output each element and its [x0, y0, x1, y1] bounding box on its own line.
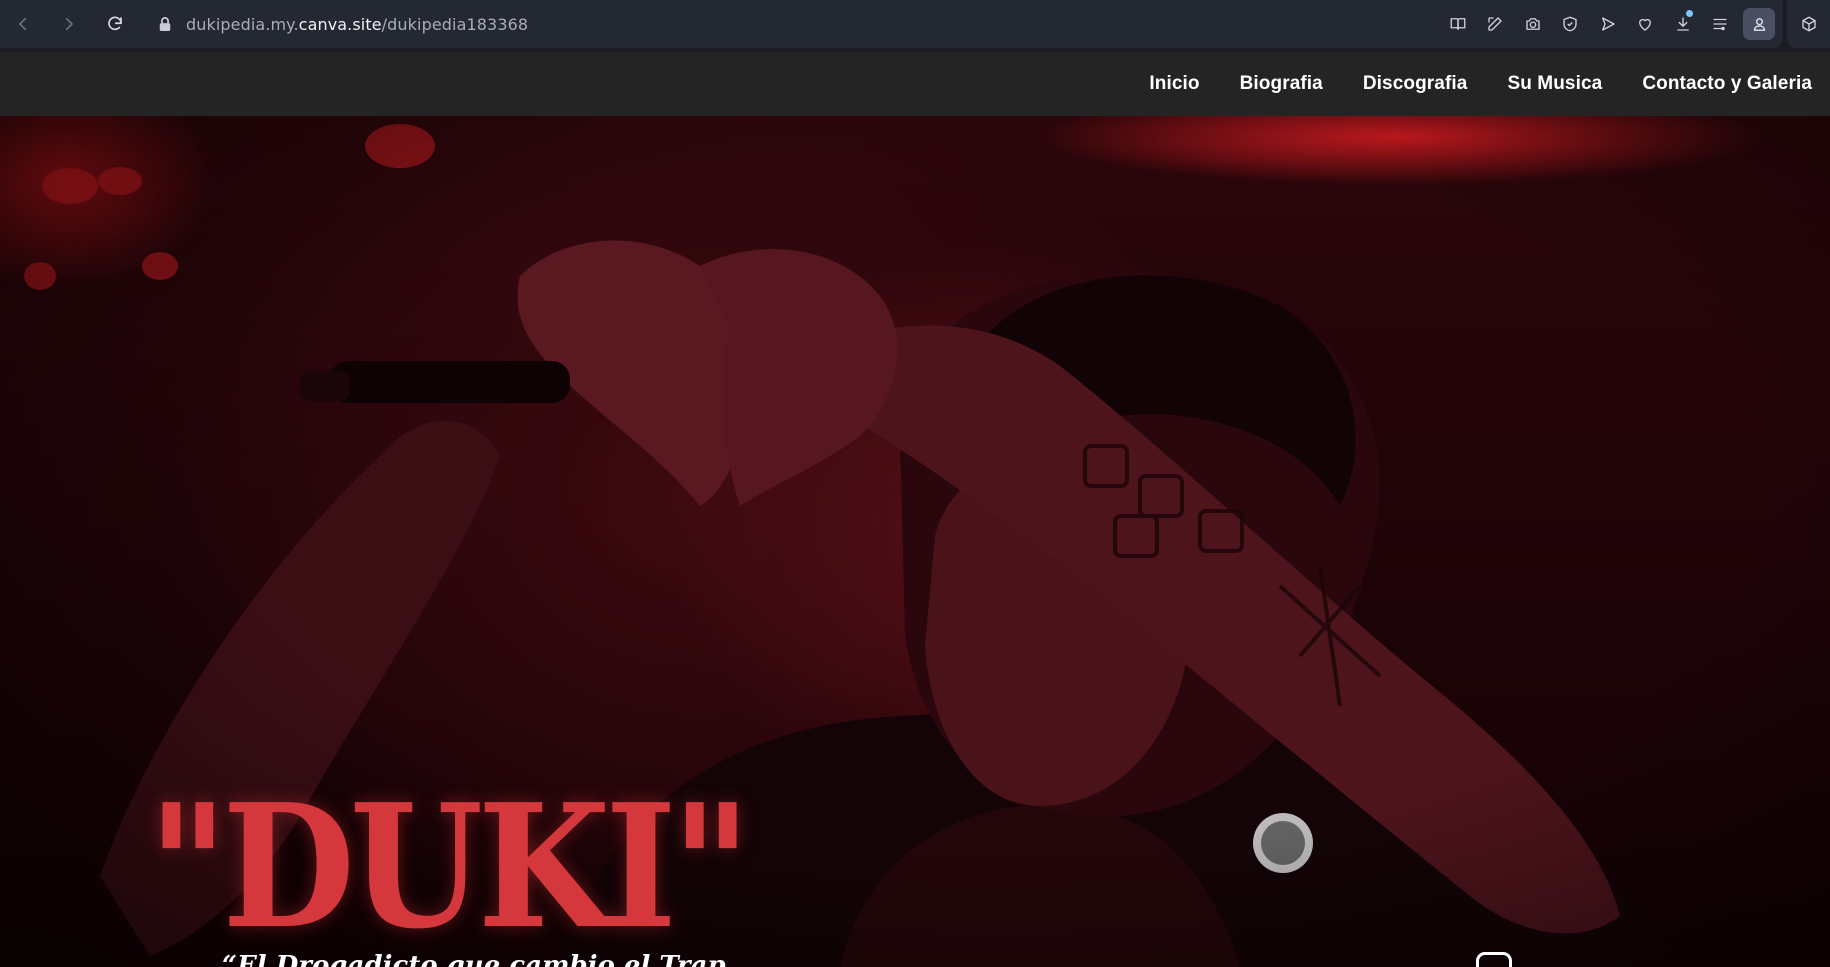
forward-button[interactable]: [46, 0, 92, 48]
lock-icon[interactable]: [158, 15, 174, 33]
profile-icon[interactable]: [1743, 8, 1775, 40]
url-host-prefix: dukipedia.my.: [186, 14, 299, 34]
toolbar-icons: [1439, 0, 1783, 48]
back-button[interactable]: [0, 0, 46, 48]
camera-icon[interactable]: [1514, 0, 1552, 48]
edit-icon[interactable]: [1477, 0, 1515, 48]
instagram-icon[interactable]: [1476, 952, 1512, 967]
browser-toolbar: dukipedia.my.canva.site/dukipedia183368: [0, 0, 1783, 48]
site-nav: Inicio Biografia Discografia Su Musica C…: [1149, 73, 1812, 95]
extensions-icon[interactable]: [1787, 0, 1830, 48]
facebook-icon[interactable]: [1530, 952, 1566, 967]
hero-title: "DUKI": [148, 767, 751, 967]
hero-section: "DUKI" “El Drogadicto que cambio el Trap: [0, 116, 1830, 967]
nav-link-contacto-galeria[interactable]: Contacto y Galeria: [1642, 73, 1812, 95]
back-arrow-icon: [19, 17, 27, 31]
reload-button[interactable]: [92, 0, 138, 48]
nav-link-su-musica[interactable]: Su Musica: [1507, 73, 1602, 95]
download-icon[interactable]: [1664, 0, 1702, 48]
nav-link-inicio[interactable]: Inicio: [1149, 73, 1199, 95]
heart-icon[interactable]: [1627, 0, 1665, 48]
menu-icon[interactable]: [1702, 0, 1740, 48]
nav-link-discografia[interactable]: Discografia: [1363, 73, 1468, 95]
url-host: canva.site: [298, 14, 382, 34]
reader-view-icon[interactable]: [1439, 0, 1477, 48]
site-header: Inicio Biografia Discografia Su Musica C…: [0, 52, 1830, 116]
url-path: /dukipedia183368: [381, 14, 529, 34]
social-icons: [1476, 952, 1566, 967]
send-icon[interactable]: [1589, 0, 1627, 48]
shield-icon[interactable]: [1552, 0, 1590, 48]
hero-subtitle: “El Drogadicto que cambio el Trap: [222, 951, 726, 967]
download-badge: [1685, 10, 1693, 17]
address-bar[interactable]: dukipedia.my.canva.site/dukipedia183368: [186, 15, 528, 34]
nav-link-biografia[interactable]: Biografia: [1240, 73, 1323, 95]
forward-arrow-icon: [65, 17, 73, 31]
reload-icon: [108, 16, 122, 31]
